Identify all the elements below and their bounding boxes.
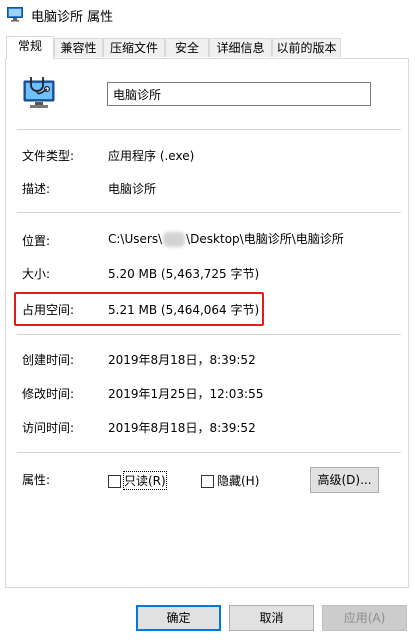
location-label: 位置: (22, 234, 51, 248)
location-suffix: \Desktop\电脑诊所\电脑诊所 (186, 232, 344, 246)
redacted-username (163, 232, 186, 247)
divider (17, 129, 401, 130)
accessed-label: 访问时间: (22, 421, 75, 435)
description-label: 描述: (22, 182, 51, 196)
divider (17, 212, 401, 213)
size-value: 5.20 MB (5,463,725 字节) (108, 267, 260, 281)
location-prefix: C:\Users\ (108, 232, 163, 246)
location-value: C:\Users\ \Desktop\电脑诊所\电脑诊所 (108, 230, 344, 247)
highlight-box (14, 292, 264, 326)
window-title: 电脑诊所 属性 (31, 10, 114, 25)
tab-compatibility[interactable]: 兼容性 (54, 38, 103, 57)
tab-compressed[interactable]: 压缩文件 (103, 38, 165, 57)
accessed-value: 2019年8月18日，8:39:52 (108, 421, 256, 435)
tab-general[interactable]: 常规 (6, 36, 54, 59)
created-value: 2019年8月18日，8:39:52 (108, 353, 256, 367)
modified-label: 修改时间: (22, 387, 75, 401)
apply-button[interactable]: 应用(A) (322, 605, 407, 631)
program-icon (23, 77, 55, 108)
file-type-value: 应用程序 (.exe) (108, 149, 195, 163)
readonly-label[interactable]: 只读(R) (123, 471, 167, 490)
tab-strip: 常规 兼容性 压缩文件 安全 详细信息 以前的版本 (0, 36, 415, 59)
readonly-checkbox[interactable] (108, 475, 121, 488)
attributes-label: 属性: (22, 473, 51, 487)
created-label: 创建时间: (22, 353, 75, 367)
general-panel: 电脑诊所 文件类型: 应用程序 (.exe) 描述: 电脑诊所 位置: C:\U… (5, 58, 409, 588)
tab-security[interactable]: 安全 (165, 38, 209, 57)
title-bar: 电脑诊所 属性 (0, 0, 415, 30)
divider (17, 334, 401, 335)
cancel-button[interactable]: 取消 (229, 605, 314, 631)
description-value: 电脑诊所 (108, 182, 157, 196)
file-name-field[interactable]: 电脑诊所 (107, 82, 371, 106)
file-type-label: 文件类型: (22, 149, 75, 163)
advanced-button[interactable]: 高级(D)... (310, 467, 379, 493)
tab-previous-versions[interactable]: 以前的版本 (272, 38, 341, 57)
app-icon (7, 7, 23, 22)
modified-value: 2019年1月25日，12:03:55 (108, 387, 264, 401)
size-label: 大小: (22, 267, 51, 281)
divider (17, 452, 401, 453)
ok-button[interactable]: 确定 (136, 605, 221, 631)
tab-details[interactable]: 详细信息 (209, 38, 272, 57)
hidden-checkbox[interactable] (201, 475, 214, 488)
hidden-label[interactable]: 隐藏(H) (217, 472, 259, 489)
